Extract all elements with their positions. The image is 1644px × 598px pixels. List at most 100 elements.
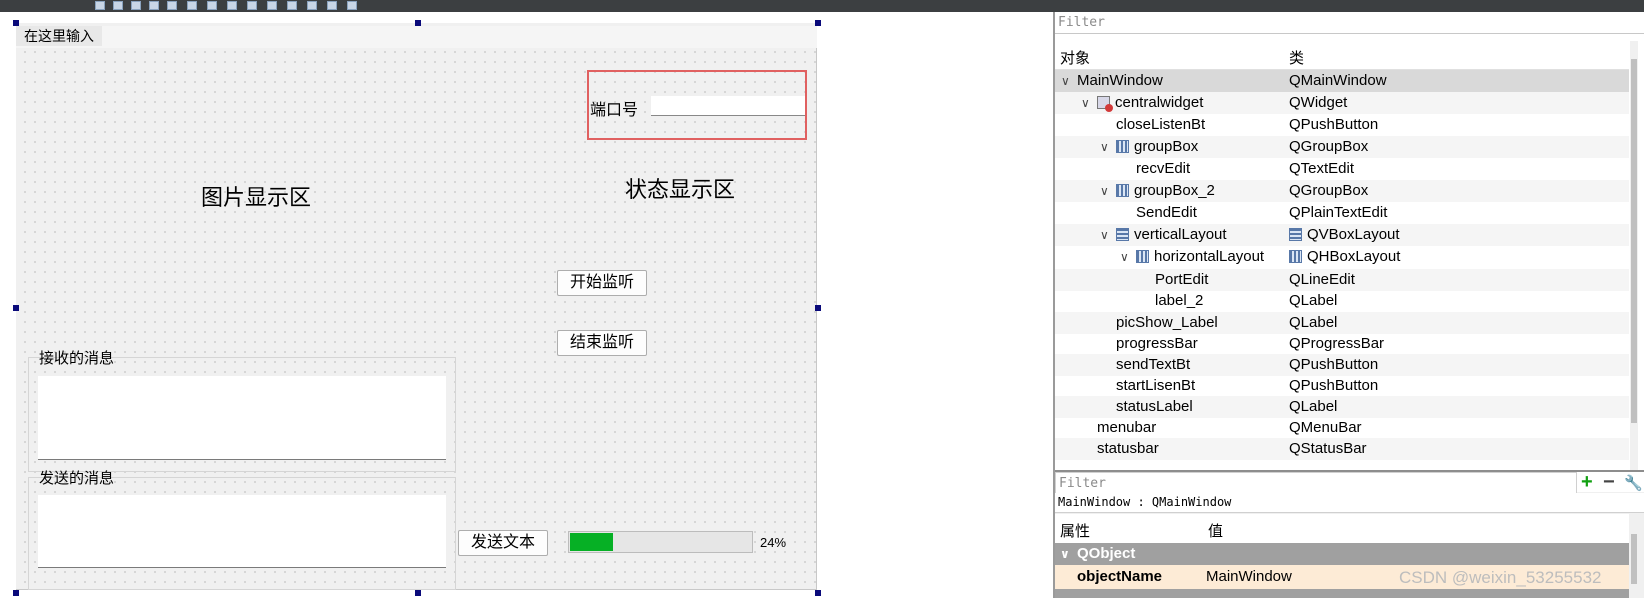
object-tree-scrollbar[interactable] [1630,41,1638,470]
configure-wrench-icon[interactable]: 🔧 [1624,474,1643,492]
tree-object-name-text: verticalLayout [1134,226,1227,243]
toolbar-icon[interactable] [95,1,105,10]
tree-row[interactable]: PortEdit QLineEdit [1055,269,1629,291]
resize-handle[interactable] [13,305,19,311]
expand-arrow-icon[interactable]: ∨ [1100,180,1109,202]
property-scrollbar[interactable] [1630,514,1638,598]
property-filter-input[interactable]: Filter [1055,472,1577,494]
recv-group-title: 接收的消息 [39,350,115,367]
remove-property-icon[interactable]: − [1603,472,1615,492]
send-text-button[interactable]: 发送文本 [458,530,548,556]
port-edit-input[interactable] [651,96,805,116]
resize-handle[interactable] [13,20,19,26]
scrollbar-thumb[interactable] [1631,59,1637,423]
tree-object-name: recvEdit [1136,158,1190,180]
tree-class-name: QGroupBox [1289,180,1368,202]
resize-handle[interactable] [815,590,821,596]
status-label[interactable]: 状态显示区 [625,172,735,204]
toolbar-icon[interactable] [113,1,123,10]
toolbar-icon[interactable] [287,1,297,10]
tree-row[interactable]: statusbar QStatusBar [1055,438,1629,460]
form-menubar[interactable] [16,26,817,48]
menubar-type-here[interactable]: 在这里输入 [16,26,102,46]
tree-class-name-text: QLabel [1289,398,1338,415]
tree-object-name-text: sendTextBt [1116,356,1191,373]
tree-row[interactable]: closeListenBt QPushButton [1055,114,1629,136]
tree-class-name: QGroupBox [1289,136,1368,158]
resize-handle[interactable] [415,590,421,596]
tree-class-name: QLabel [1289,290,1337,312]
tree-row[interactable]: ∨ groupBox_2 QGroupBox [1055,180,1629,202]
object-column-header[interactable]: 对象 [1060,47,1090,68]
resize-handle[interactable] [815,20,821,26]
start-listen-button[interactable]: 开始监听 [557,270,647,296]
tree-class-name-text: QPushButton [1289,377,1379,394]
resize-handle[interactable] [13,590,19,596]
tree-row[interactable]: startLisenBt QPushButton [1055,375,1629,397]
stop-listen-button[interactable]: 结束监听 [557,330,647,356]
tree-object-name: groupBox_2 [1116,180,1215,202]
toolbar-icon[interactable] [347,1,357,10]
expand-arrow-icon[interactable]: ∨ [1061,70,1070,92]
expand-arrow-icon[interactable]: ∨ [1120,246,1129,268]
tree-object-name: groupBox [1116,136,1198,158]
tree-class-name: QVBoxLayout [1289,224,1400,246]
tree-row[interactable]: label_2 QLabel [1055,290,1629,312]
toolbar-icon[interactable] [131,1,141,10]
collapse-arrow-icon[interactable]: ∨ [1060,543,1070,565]
toolbar-icon[interactable] [307,1,317,10]
value-column-header[interactable]: 值 [1208,520,1223,541]
tree-row[interactable]: ∨ centralwidget QWidget [1055,92,1629,114]
tree-row[interactable]: ∨ MainWindow QMainWindow [1055,70,1629,92]
toolbar-icon[interactable] [207,1,217,10]
toolbar-icon[interactable] [247,1,257,10]
scrollbar-thumb[interactable] [1631,534,1637,584]
tree-row[interactable]: statusLabel QLabel [1055,396,1629,418]
tree-row[interactable]: sendTextBt QPushButton [1055,354,1629,376]
property-value[interactable]: MainWindow [1206,565,1292,589]
tree-row[interactable]: SendEdit QPlainTextEdit [1055,202,1629,224]
tree-class-name: QWidget [1289,92,1347,114]
tree-row[interactable]: picShow_Label QLabel [1055,312,1629,334]
object-filter-input[interactable]: Filter [1055,12,1644,34]
tree-row[interactable]: ∨ horizontalLayout QHBoxLayout [1055,246,1629,268]
tree-object-name-text: label_2 [1155,292,1204,309]
tree-object-name-text: MainWindow [1077,72,1163,89]
expand-arrow-icon[interactable]: ∨ [1100,224,1109,246]
send-plain-text-edit[interactable] [38,495,446,568]
toolbar-icon[interactable] [227,1,237,10]
tree-row[interactable]: menubar QMenuBar [1055,417,1629,439]
progress-bar[interactable] [568,531,753,553]
tree-object-name: sendTextBt [1116,354,1190,376]
expand-arrow-icon[interactable]: ∨ [1100,136,1109,158]
pic-show-label[interactable]: 图片显示区 [201,180,311,212]
resize-handle[interactable] [815,305,821,311]
tree-object-name-text: horizontalLayout [1154,248,1265,265]
tree-class-name-text: QMainWindow [1289,72,1387,89]
tree-object-name-text: startLisenBt [1116,377,1196,394]
property-column-header[interactable]: 属性 [1060,520,1090,541]
toolbar-icon[interactable] [267,1,277,10]
toolbar-icon[interactable] [167,1,177,10]
expand-arrow-icon[interactable]: ∨ [1081,92,1090,114]
toolbar-icon[interactable] [187,1,197,10]
property-group-qobject[interactable]: ∨ QObject [1055,543,1629,565]
tree-object-name: SendEdit [1136,202,1197,224]
tree-object-name-text: menubar [1097,419,1157,436]
tree-row[interactable]: recvEdit QTextEdit [1055,158,1629,180]
toolbar-icon[interactable] [149,1,159,10]
property-group-label: QObject [1077,545,1136,562]
toolbar-icon[interactable] [327,1,337,10]
property-group-next[interactable] [1055,589,1629,598]
tree-row[interactable]: ∨ groupBox QGroupBox [1055,136,1629,158]
tree-object-name: label_2 [1155,290,1203,312]
tree-row[interactable]: ∨ verticalLayout QVBoxLayout [1055,224,1629,246]
object-tree-header: 对象 类 [1055,41,1629,70]
property-object-caption: MainWindow : QMainWindow [1055,493,1644,513]
class-column-header[interactable]: 类 [1289,47,1304,68]
resize-handle[interactable] [415,20,421,26]
tree-row[interactable]: progressBar QProgressBar [1055,333,1629,355]
recv-text-edit[interactable] [38,376,446,460]
tree-object-name-text: recvEdit [1136,160,1191,177]
add-property-icon[interactable]: + [1581,472,1593,492]
